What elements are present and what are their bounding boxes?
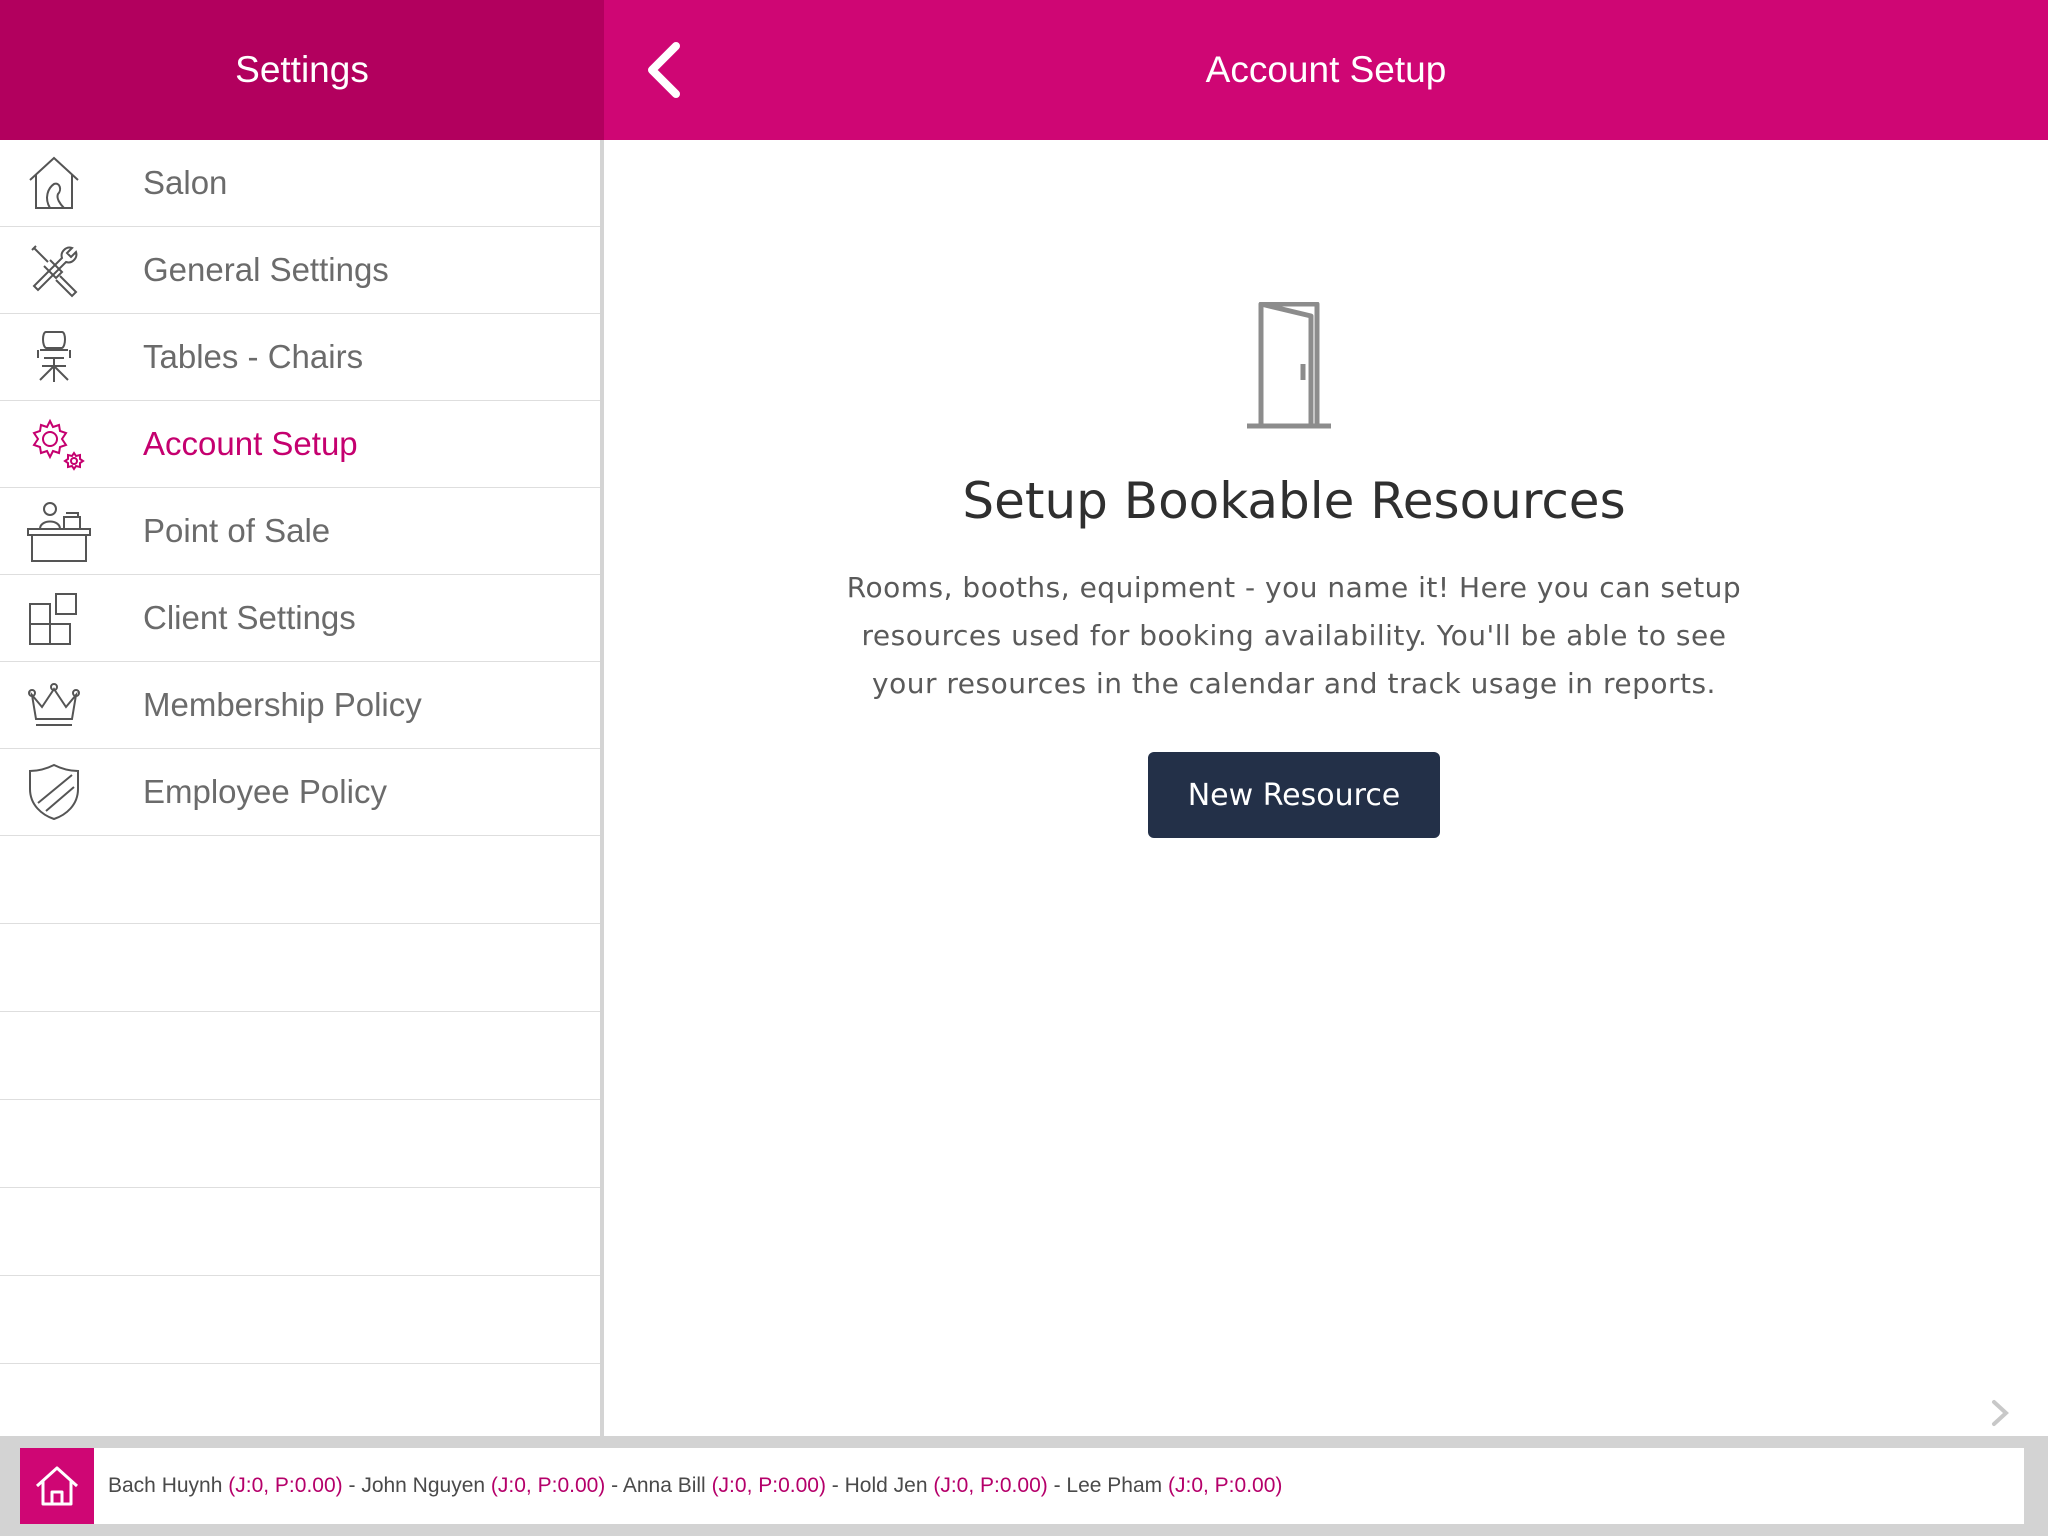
sidebar-item-label: General Settings [143,251,389,288]
page-title: Account Setup [1205,49,1447,90]
cashier-icon [26,499,116,563]
staff-bar: Bach Huynh (J:0, P:0.00) - John Nguyen (… [20,1448,2024,1524]
empty-row [0,1188,600,1276]
tiles-icon [26,586,116,650]
staff-name[interactable]: Lee Pham [1066,1474,1162,1497]
staff-name[interactable]: John Nguyen [361,1474,485,1497]
crown-icon [26,673,116,737]
staff-separator: - [825,1474,845,1497]
shield-icon [26,760,116,824]
sidebar-item-label: Employee Policy [143,773,387,810]
sidebar-item-membership-policy[interactable]: Membership Policy [0,662,600,749]
staff-separator: - [605,1474,623,1497]
sidebar-item-account-setup[interactable]: Account Setup [0,401,600,488]
sidebar-item-tables-chairs[interactable]: Tables - Chairs [0,314,600,401]
sidebar-header: Settings [0,0,604,140]
staff-list: Bach Huynh (J:0, P:0.00) - John Nguyen (… [108,1474,1282,1498]
staff-stats: (J:0, P:0.00) [228,1474,343,1497]
staff-name[interactable]: Anna Bill [623,1474,706,1497]
chevron-right-icon[interactable] [1984,1398,2014,1428]
sidebar-title: Settings [235,49,369,90]
empty-state-description: Rooms, booths, equipment - you name it! … [846,571,1742,700]
staff-stats: (J:0, P:0.00) [933,1474,1048,1497]
empty-state-title: Setup Bookable Resources [962,472,1626,530]
back-button[interactable] [634,38,694,102]
staff-name[interactable]: Bach Huynh [108,1474,222,1497]
tools-icon [26,238,116,302]
bottom-bar: Bach Huynh (J:0, P:0.00) - John Nguyen (… [0,1436,2048,1536]
sidebar-item-point-of-sale[interactable]: Point of Sale [0,488,600,575]
staff-stats: (J:0, P:0.00) [490,1474,606,1497]
salon-house-icon [26,151,116,215]
sidebar-item-general-settings[interactable]: General Settings [0,227,600,314]
staff-name[interactable]: Hold Jen [845,1474,928,1497]
sidebar-item-client-settings[interactable]: Client Settings [0,575,600,662]
sidebar-item-label: Tables - Chairs [143,338,364,375]
settings-sidebar: Salon General Settings Tables - Chairs A… [0,140,604,1436]
chair-icon [26,325,116,389]
staff-separator: - [1047,1474,1067,1497]
sidebar-item-salon[interactable]: Salon [0,140,600,227]
empty-row [0,924,600,1012]
sidebar-item-label: Account Setup [143,425,358,462]
sidebar-item-label: Point of Sale [143,512,331,549]
sidebar-item-label: Client Settings [143,599,356,636]
empty-row [0,1100,600,1188]
main-header: Account Setup [604,0,2048,140]
empty-row [0,1276,600,1364]
empty-row [0,1012,600,1100]
home-button[interactable] [20,1448,94,1524]
staff-stats: (J:0, P:0.00) [1168,1474,1283,1497]
staff-stats: (J:0, P:0.00) [711,1474,826,1497]
empty-row [0,836,600,924]
staff-separator: - [342,1474,362,1497]
sidebar-item-label: Salon [143,164,228,201]
home-icon [35,1466,79,1506]
chevron-left-icon [648,42,680,98]
sidebar-item-employee-policy[interactable]: Employee Policy [0,749,600,836]
sidebar-item-label: Membership Policy [143,686,422,723]
new-resource-button[interactable]: New Resource [1148,752,1440,838]
door-icon [1239,301,1359,432]
gears-icon [26,412,116,476]
main-content: Setup Bookable Resources Rooms, booths, … [604,140,2048,1436]
